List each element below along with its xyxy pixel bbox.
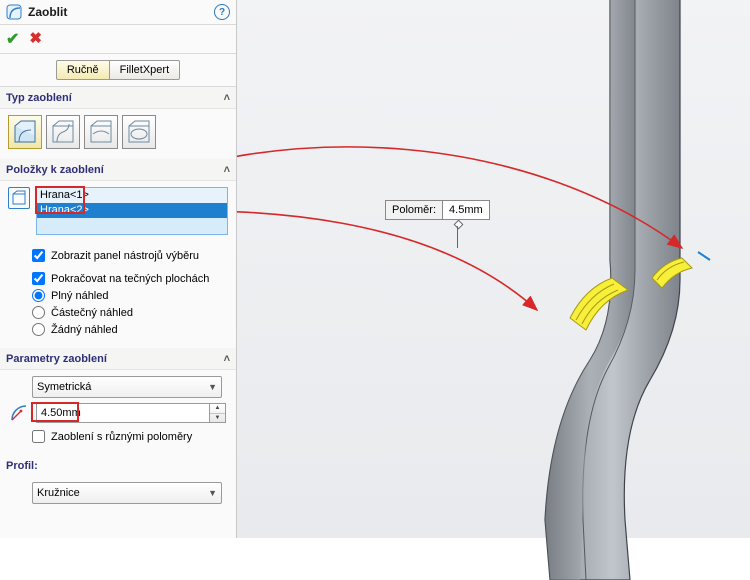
face-fillet-icon <box>89 120 113 144</box>
callout-value[interactable]: 4.5mm <box>443 200 490 220</box>
panel-title: Zaoblit <box>28 5 214 19</box>
tab-filletxpert[interactable]: FilletXpert <box>109 60 181 80</box>
section-params: Parametry zaoblení ˄ Symetrická ▼ ▲▼ <box>0 348 236 455</box>
section-title: Položky k zaoblení <box>6 164 104 176</box>
type-constant-radius[interactable] <box>8 115 42 149</box>
constant-radius-icon <box>13 120 37 144</box>
chevron-up-icon: ˄ <box>224 353 230 365</box>
checkbox-label: Zobrazit panel nástrojů výběru <box>51 250 199 262</box>
radio-input[interactable] <box>32 306 45 319</box>
type-full-round[interactable] <box>122 115 156 149</box>
checkbox-label: Zaoblení s různými poloměry <box>51 431 192 443</box>
radio-input[interactable] <box>32 323 45 336</box>
callout-leader <box>452 218 462 246</box>
symmetry-combo[interactable]: Symetrická ▼ <box>32 376 222 398</box>
edge-selection-icon[interactable] <box>8 187 30 209</box>
checkbox-input[interactable] <box>32 249 45 262</box>
checkbox-tangent[interactable]: Pokračovat na tečných plochách <box>8 270 228 287</box>
panel-header: Zaoblit ? <box>0 0 236 25</box>
spinner-buttons[interactable]: ▲▼ <box>210 403 226 423</box>
property-panel: Zaoblit ? ✔ ✖ Ručně FilletXpert Typ zaob… <box>0 0 237 538</box>
chevron-up-icon: ˄ <box>224 164 230 176</box>
model-part <box>380 0 750 580</box>
graphics-viewport[interactable]: Poloměr: 4.5mm <box>237 0 750 538</box>
section-header-items[interactable]: Položky k zaoblení ˄ <box>0 159 236 181</box>
section-title: Typ zaoblení <box>6 92 72 104</box>
radio-full-preview[interactable]: Plný náhled <box>8 287 228 304</box>
type-face-fillet[interactable] <box>84 115 118 149</box>
profile-combo[interactable]: Kružnice ▼ <box>32 482 222 504</box>
section-header-type[interactable]: Typ zaoblení ˄ <box>0 87 236 109</box>
help-icon[interactable]: ? <box>214 4 230 20</box>
section-title: Parametry zaoblení <box>6 353 107 365</box>
chevron-up-icon: ˄ <box>224 92 230 104</box>
radio-label: Žádný náhled <box>51 324 118 336</box>
mode-tabs: Ručně FilletXpert <box>0 54 236 87</box>
cancel-button[interactable]: ✖ <box>29 29 42 49</box>
fillet-type-row <box>8 115 228 149</box>
checkbox-label: Pokračovat na tečných plochách <box>51 273 209 285</box>
chevron-down-icon: ▼ <box>208 382 217 392</box>
spin-down[interactable]: ▼ <box>210 414 225 423</box>
checkbox-show-toolbar[interactable]: Zobrazit panel nástrojů výběru <box>8 247 228 264</box>
section-header-profile: Profil: <box>0 455 236 476</box>
checkbox-input[interactable] <box>32 430 45 443</box>
annotation-highlight <box>35 186 85 214</box>
checkbox-multi-radius[interactable]: Zaoblení s různými poloměry <box>8 428 228 445</box>
spin-up[interactable]: ▲ <box>210 404 225 414</box>
section-title: Profil: <box>6 460 38 472</box>
section-profile: Profil: Kružnice ▼ <box>0 455 236 514</box>
ok-button[interactable]: ✔ <box>6 29 19 49</box>
radio-label: Částečný náhled <box>51 307 133 319</box>
combo-value: Kružnice <box>37 487 80 499</box>
radio-label: Plný náhled <box>51 290 109 302</box>
variable-radius-icon <box>51 120 75 144</box>
section-fillet-type: Typ zaoblení ˄ <box>0 87 236 159</box>
annotation-highlight <box>31 402 79 422</box>
combo-value: Symetrická <box>37 381 91 393</box>
radio-no-preview[interactable]: Žádný náhled <box>8 321 228 338</box>
section-header-params[interactable]: Parametry zaoblení ˄ <box>0 348 236 370</box>
chevron-down-icon: ▼ <box>208 488 217 498</box>
full-round-icon <box>127 120 151 144</box>
fillet-feature-icon <box>6 4 22 20</box>
radio-partial-preview[interactable]: Částečný náhled <box>8 304 228 321</box>
radius-callout[interactable]: Poloměr: 4.5mm <box>385 200 490 220</box>
type-variable-radius[interactable] <box>46 115 80 149</box>
confirm-row: ✔ ✖ <box>0 25 236 54</box>
tab-manual[interactable]: Ručně <box>56 60 110 80</box>
callout-label: Poloměr: <box>385 200 443 220</box>
checkbox-input[interactable] <box>32 272 45 285</box>
radius-icon <box>8 402 30 424</box>
radio-input[interactable] <box>32 289 45 302</box>
section-items: Položky k zaoblení ˄ Hrana<1> Hrana<2> Z… <box>0 159 236 348</box>
